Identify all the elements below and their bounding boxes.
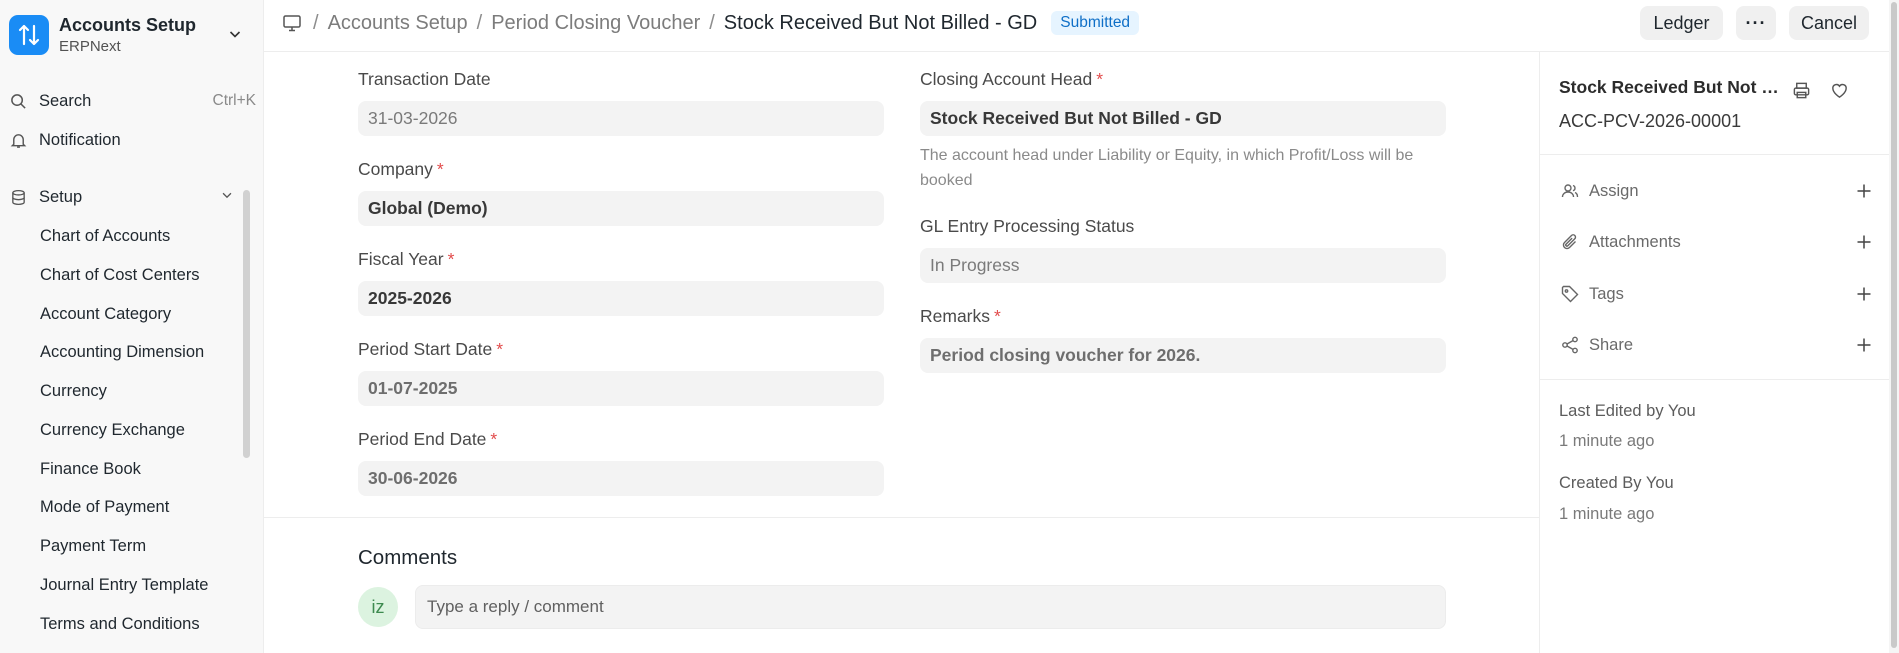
breadcrumb-separator: / <box>313 11 319 34</box>
app-logo-icon <box>9 15 49 55</box>
add-tag-icon[interactable] <box>1853 283 1875 305</box>
gl-status-label: GL Entry Processing Status <box>920 216 1135 236</box>
heart-icon[interactable] <box>1827 78 1851 102</box>
users-icon <box>1559 180 1581 202</box>
panel-divider <box>1540 379 1890 380</box>
transaction-date-label: Transaction Date <box>358 69 491 89</box>
page-title: Stock Received But Not Billed - GD <box>723 11 1038 34</box>
attachments-label: Attachments <box>1589 232 1681 251</box>
tags-label: Tags <box>1589 284 1624 303</box>
search-icon <box>8 91 28 111</box>
last-edited-label: Last Edited by You <box>1559 402 1696 420</box>
assign-row[interactable]: Assign <box>1559 176 1875 206</box>
sidebar-item-accounting-dimension[interactable]: Accounting Dimension <box>40 336 230 368</box>
add-attachment-icon[interactable] <box>1853 231 1875 253</box>
more-actions-button[interactable]: ··· <box>1736 6 1776 40</box>
cancel-button[interactable]: Cancel <box>1789 6 1869 40</box>
side-panel: Stock Received But Not Billed - GD ACC-P… <box>1539 52 1890 653</box>
sidebar-scrollbar[interactable] <box>243 190 250 458</box>
sidebar: Accounts Setup ERPNext Search Ctrl+K Not… <box>0 0 264 653</box>
period-end-date-label: Period End Date * <box>358 429 498 449</box>
gl-status-field[interactable]: In Progress <box>920 248 1446 283</box>
section-divider <box>264 517 1540 518</box>
sidebar-item-payment-term[interactable]: Payment Term <box>40 530 230 562</box>
sidebar-item-currency-exchange[interactable]: Currency Exchange <box>40 414 230 446</box>
comment-input[interactable] <box>415 585 1446 629</box>
breadcrumb-separator: / <box>476 11 483 34</box>
sidebar-item-chart-of-accounts[interactable]: Chart of Accounts <box>40 220 230 252</box>
created-time: 1 minute ago <box>1559 505 1655 523</box>
fiscal-year-label: Fiscal Year * <box>358 249 455 269</box>
closing-account-head-label: Closing Account Head * <box>920 69 1104 89</box>
tag-icon <box>1559 283 1581 305</box>
breadcrumb-accounts-setup[interactable]: Accounts Setup <box>328 12 468 35</box>
transaction-date-field[interactable]: 31-03-2026 <box>358 101 884 136</box>
closing-account-head-field[interactable]: Stock Received But Not Billed - GD <box>920 101 1446 136</box>
search-shortcut: Ctrl+K <box>212 92 257 109</box>
period-end-date-field[interactable]: 30-06-2026 <box>358 461 884 496</box>
sidebar-item-currency[interactable]: Currency <box>40 375 230 407</box>
print-icon[interactable] <box>1789 78 1813 102</box>
closing-account-head-help: The account head under Liability or Equi… <box>920 147 1414 189</box>
sidebar-notification[interactable]: Notification <box>8 124 256 156</box>
panel-divider <box>1540 154 1890 155</box>
window-scrollbar[interactable] <box>1891 2 1897 648</box>
comments-title: Comments <box>358 546 458 569</box>
company-label: Company * <box>358 159 444 179</box>
share-label: Share <box>1589 335 1634 354</box>
database-icon <box>8 187 28 207</box>
sidebar-item-mode-of-payment[interactable]: Mode of Payment <box>40 491 230 523</box>
assign-label: Assign <box>1589 181 1639 200</box>
form-area: Transaction Date 31-03-2026 Company * Glo… <box>264 52 1540 653</box>
notification-label: Notification <box>39 130 121 149</box>
chevron-down-icon[interactable] <box>227 26 243 47</box>
paperclip-icon <box>1559 231 1581 253</box>
status-badge: Submitted <box>1051 11 1140 35</box>
sidebar-section-setup[interactable]: Setup <box>8 180 234 214</box>
company-field[interactable]: Global (Demo) <box>358 191 884 226</box>
section-label: Setup <box>39 187 83 206</box>
top-bar: / Accounts Setup / Period Closing Vouche… <box>264 0 1899 52</box>
share-icon <box>1559 334 1581 356</box>
share-row[interactable]: Share <box>1559 330 1875 360</box>
sidebar-item-account-category[interactable]: Account Category <box>40 298 230 330</box>
tags-row[interactable]: Tags <box>1559 279 1875 309</box>
search-label: Search <box>39 91 92 110</box>
remarks-label: Remarks * <box>920 306 1001 326</box>
app-subtitle: ERPNext <box>59 37 121 55</box>
sidebar-item-finance-book[interactable]: Finance Book <box>40 453 230 485</box>
sidebar-item-chart-of-cost-centers[interactable]: Chart of Cost Centers <box>40 259 230 291</box>
created-label: Created By You <box>1559 474 1674 492</box>
period-start-date-field[interactable]: 01-07-2025 <box>358 371 884 406</box>
add-assign-icon[interactable] <box>1853 180 1875 202</box>
chevron-down-icon[interactable] <box>220 188 234 207</box>
add-share-icon[interactable] <box>1853 334 1875 356</box>
app-title: Accounts Setup <box>59 14 197 35</box>
bell-icon <box>8 130 28 150</box>
avatar: iz <box>358 587 398 627</box>
attachments-row[interactable]: Attachments <box>1559 227 1875 257</box>
sidebar-item-journal-entry-template[interactable]: Journal Entry Template <box>40 569 230 601</box>
app-switcher[interactable]: Accounts Setup ERPNext <box>9 12 255 58</box>
doc-title: Stock Received But Not Billed - GD <box>1559 77 1784 97</box>
sidebar-item-terms-and-conditions[interactable]: Terms and Conditions <box>40 608 230 640</box>
sidebar-search[interactable]: Search Ctrl+K <box>8 85 256 117</box>
period-start-date-label: Period Start Date * <box>358 339 504 359</box>
breadcrumb-period-closing-voucher[interactable]: Period Closing Voucher <box>491 12 700 35</box>
remarks-field[interactable]: Period closing voucher for 2026. <box>920 338 1446 373</box>
breadcrumb: / Accounts Setup / Period Closing Vouche… <box>282 0 1140 46</box>
last-edited-time: 1 minute ago <box>1559 432 1655 450</box>
fiscal-year-field[interactable]: 2025-2026 <box>358 281 884 316</box>
desktop-icon[interactable] <box>282 14 302 32</box>
ledger-button[interactable]: Ledger <box>1640 6 1723 40</box>
breadcrumb-separator: / <box>709 11 715 34</box>
doc-id: ACC-PCV-2026-00001 <box>1559 111 1742 131</box>
